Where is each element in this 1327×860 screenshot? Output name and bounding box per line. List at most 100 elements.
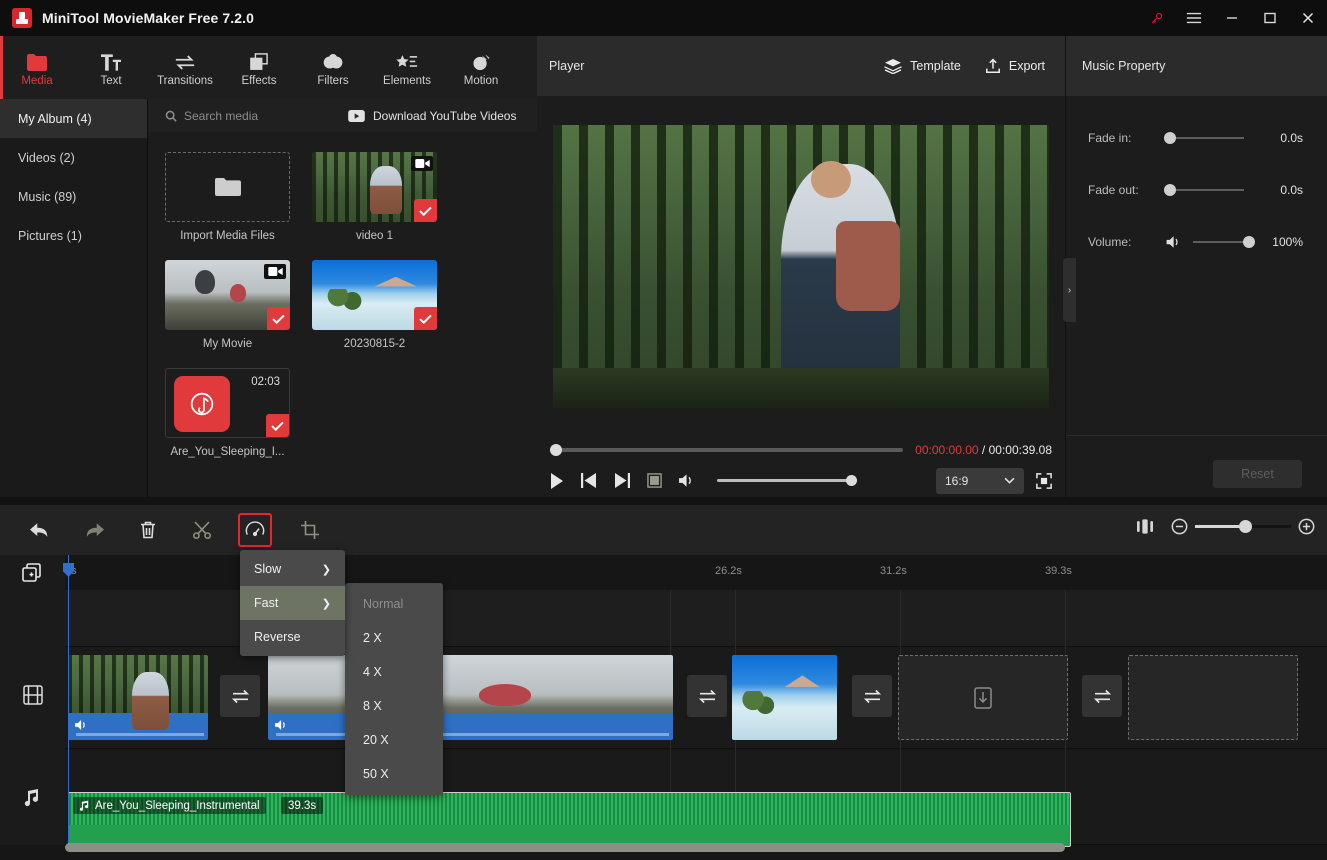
fullscreen-button[interactable] [1036,472,1052,489]
nav-item-filters[interactable]: Filters [296,36,370,99]
fade-in-handle[interactable] [1164,132,1176,144]
aspect-ratio-select[interactable]: 16:9 [936,467,1024,494]
speed-button[interactable] [238,513,272,547]
submenu-item-8x[interactable]: 8 X [345,689,443,723]
fade-out-handle[interactable] [1164,184,1176,196]
collapse-panel-toggle[interactable]: › [1063,258,1076,322]
submenu-item-2x[interactable]: 2 X [345,621,443,655]
menu-item-fast[interactable]: Fast ❯ [240,586,345,620]
media-caption: Are_You_Sleeping_I... [170,446,285,458]
fade-in-slider[interactable] [1164,132,1244,144]
media-item-20230815-2[interactable]: 20230815-2 [312,260,437,350]
media-thumbnail[interactable] [165,260,290,330]
album-label: Pictures (1) [18,228,82,243]
volume-mute-icon[interactable] [1166,235,1183,249]
volume-slider[interactable] [717,474,857,486]
timeline-toolbar [0,505,1327,555]
snapshot-button[interactable] [647,473,662,488]
media-item-import[interactable]: Import Media Files [165,152,290,242]
zoom-slider[interactable] [1195,520,1291,533]
submenu-item-20x[interactable]: 20 X [345,723,443,757]
nav-item-elements[interactable]: Elements [370,36,444,99]
import-dropzone[interactable] [165,152,290,222]
sidebar-item-my-album[interactable]: My Album (4) [0,99,147,138]
media-thumbnail[interactable] [312,152,437,222]
submenu-item-4x[interactable]: 4 X [345,655,443,689]
property-divider [1066,435,1327,436]
transition-marker-2[interactable] [687,675,727,717]
seek-handle[interactable] [550,444,562,456]
sidebar-item-videos[interactable]: Videos (2) [0,138,147,177]
volume-button[interactable] [679,473,696,488]
export-button[interactable]: Export [985,58,1045,74]
image-clip-1[interactable] [732,655,837,740]
audio-clip[interactable]: Are_You_Sleeping_Instrumental 39.3s [68,792,1071,847]
transitions-icon [174,49,196,71]
fade-out-slider[interactable] [1164,184,1244,196]
empty-clip-slot-2[interactable] [1128,655,1298,740]
media-item-audio[interactable]: 02:03 Are_You_Sleeping_I... [165,368,290,458]
nav-item-effects[interactable]: Effects [222,36,296,99]
volume-property-slider[interactable] [1193,236,1255,248]
empty-clip-slot-1[interactable] [898,655,1068,740]
close-button[interactable] [1289,0,1327,36]
zoom-in-button[interactable] [1298,518,1315,535]
nav-label: Text [100,74,122,87]
playhead[interactable] [68,555,69,843]
album-sidebar: My Album (4) Videos (2) Music (89) Pictu… [0,99,148,497]
menu-item-slow[interactable]: Slow ❯ [240,552,345,586]
nav-label: Effects [241,74,277,87]
media-caption: My Movie [202,338,253,350]
nav-item-text[interactable]: Text [74,36,148,99]
zoom-out-button[interactable] [1171,518,1188,535]
redo-button[interactable] [77,513,111,547]
add-media-icon[interactable] [22,563,42,588]
transition-marker-4[interactable] [1082,675,1122,717]
undo-button[interactable] [23,513,57,547]
seek-bar[interactable] [550,444,904,456]
media-thumbnail[interactable]: 02:03 [165,368,290,438]
selected-check-icon[interactable] [414,199,437,222]
previous-frame-button[interactable] [581,473,597,488]
template-button[interactable]: Template [884,58,961,74]
selected-check-icon[interactable] [267,307,290,330]
sidebar-item-music[interactable]: Music (89) [0,177,147,216]
video-clip-2[interactable] [268,655,673,740]
split-button[interactable] [185,513,219,547]
nav-item-motion[interactable]: Motion [444,36,518,99]
fit-timeline-button[interactable] [1137,519,1153,534]
crop-button[interactable] [293,513,327,547]
transition-marker-1[interactable] [220,675,260,717]
video-clip-1[interactable] [68,655,208,740]
video-badge-icon [411,156,433,171]
menu-item-reverse[interactable]: Reverse [240,620,345,654]
delete-button[interactable] [131,513,165,547]
play-button[interactable] [550,472,564,489]
media-item-video-1[interactable]: video 1 [312,152,437,242]
reset-button[interactable]: Reset [1213,460,1302,488]
album-label: Videos (2) [18,150,75,165]
timeline-horizontal-scrollbar[interactable] [65,843,1065,852]
maximize-button[interactable] [1251,0,1289,36]
key-icon[interactable] [1137,0,1175,36]
zoom-slider-handle[interactable] [1239,520,1252,533]
nav-item-media[interactable]: Media [0,36,74,99]
video-preview[interactable] [553,124,1049,408]
media-item-my-movie[interactable]: My Movie [165,260,290,350]
search-input[interactable]: Search media [165,109,340,123]
download-youtube-button[interactable]: Download YouTube Videos [348,109,516,123]
transition-marker-3[interactable] [852,675,892,717]
volume-property-handle[interactable] [1243,236,1255,248]
minimize-button[interactable] [1213,0,1251,36]
menu-icon[interactable] [1175,0,1213,36]
submenu-item-50x[interactable]: 50 X [345,757,443,791]
submenu-item-normal[interactable]: Normal [345,587,443,621]
next-frame-button[interactable] [614,473,630,488]
selected-check-icon[interactable] [266,414,289,437]
selected-check-icon[interactable] [414,307,437,330]
sidebar-item-pictures[interactable]: Pictures (1) [0,216,147,255]
volume-handle[interactable] [846,474,857,486]
volume-row: Volume: 100% [1066,222,1327,262]
media-thumbnail[interactable] [312,260,437,330]
nav-item-transitions[interactable]: Transitions [148,36,222,99]
